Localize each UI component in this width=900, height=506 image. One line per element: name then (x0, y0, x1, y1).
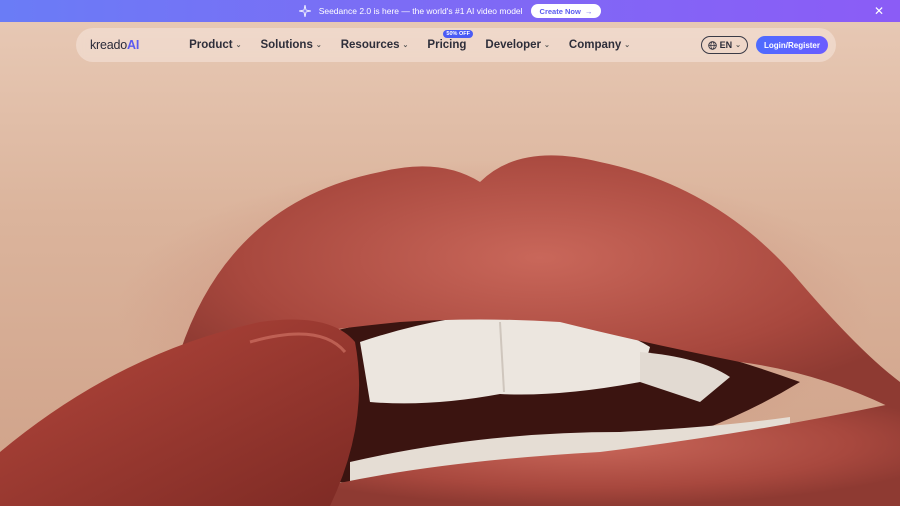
nav-item-product[interactable]: Product ⌄ (189, 39, 241, 51)
chevron-down-icon: ⌄ (315, 42, 322, 49)
chevron-down-icon: ⌄ (624, 42, 631, 49)
nav-item-pricing[interactable]: 50% OFF Pricing (427, 30, 473, 51)
chevron-down-icon: ⌄ (235, 42, 242, 49)
create-now-label: Create Now (539, 6, 581, 16)
discount-badge: 50% OFF (443, 30, 473, 38)
chevron-down-icon: ⌄ (544, 42, 550, 49)
language-selector[interactable]: EN ⌄ (700, 36, 748, 54)
nav-actions: EN ⌄ Login/Register (700, 36, 828, 54)
close-icon[interactable]: ✕ (874, 4, 884, 18)
create-now-button[interactable]: Create Now → (530, 4, 602, 18)
announcement-bar: Seedance 2.0 is here — the world's #1 AI… (0, 0, 900, 22)
nav-item-company[interactable]: Company ⌄ (569, 39, 630, 51)
login-register-button[interactable]: Login/Register (755, 36, 828, 54)
nav-item-label: Resources (340, 39, 400, 51)
logo-ai-text: AI (127, 38, 140, 52)
nav-item-label: Developer (485, 39, 542, 51)
chevron-down-icon: ⌄ (735, 42, 741, 49)
main-nav: kreadoAI Product ⌄ Solutions ⌄ Resources… (76, 28, 836, 62)
nav-item-developer[interactable]: Developer ⌄ (485, 39, 549, 51)
nav-item-solutions[interactable]: Solutions ⌄ (260, 39, 321, 51)
arrow-right-icon: → (584, 6, 593, 16)
nav-menu: Product ⌄ Solutions ⌄ Resources ⌄ 50% OF… (189, 30, 630, 51)
sparkle-icon (298, 5, 311, 17)
kreado-logo[interactable]: kreadoAI (90, 38, 139, 52)
nav-item-label: Solutions (260, 39, 313, 51)
lips-illustration (0, 155, 900, 506)
announcement-text: Seedance 2.0 is here — the world's #1 AI… (318, 6, 523, 16)
chevron-down-icon: ⌄ (402, 42, 409, 49)
nav-item-label: Product (189, 39, 233, 51)
hero-image (0, 22, 900, 506)
nav-item-label: Company (568, 39, 622, 51)
nav-item-label: Pricing (427, 39, 467, 51)
language-label: EN (719, 40, 733, 50)
nav-item-resources[interactable]: Resources ⌄ (341, 39, 409, 51)
logo-main-text: kreado (90, 38, 128, 52)
globe-icon (707, 40, 717, 50)
